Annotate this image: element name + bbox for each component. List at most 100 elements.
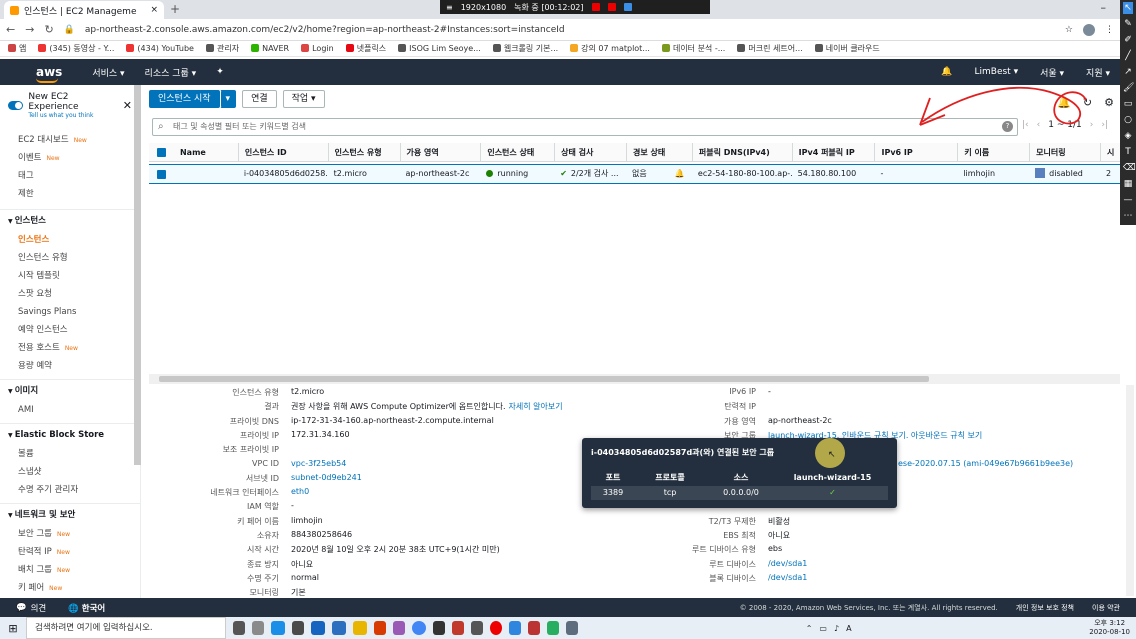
sidebar-item[interactable]: 키 페어 New — [18, 579, 140, 597]
app-icon-3[interactable] — [433, 621, 445, 635]
bookmark-item[interactable]: 앱 — [8, 43, 26, 54]
tray-chevron-icon[interactable]: ⌃ — [806, 624, 813, 633]
minus-tool-icon[interactable]: — — [1123, 194, 1133, 206]
sidebar-item[interactable]: 수명 주기 관리자 — [18, 481, 140, 499]
taskbar-search-input[interactable]: 검색하려면 여기에 입력하십시오. — [26, 617, 226, 639]
settings-app-icon[interactable] — [252, 621, 264, 635]
filter-search-input[interactable]: ⌕ 태그 및 속성별 필터 또는 키워드별 검색 ? — [152, 118, 1018, 136]
region-menu[interactable]: 서울 ▾ — [1040, 66, 1064, 79]
settings-gear-icon[interactable]: ⚙ — [1104, 96, 1114, 109]
detail-value[interactable]: /dev/sda1 — [768, 559, 807, 568]
grid-tool-icon[interactable]: ▦ — [1123, 178, 1133, 190]
sidebar-section-header[interactable]: 네트워크 및 보안 — [0, 503, 140, 525]
last-page-icon[interactable]: ›| — [1101, 120, 1108, 130]
windows-start-icon[interactable]: ⊞ — [0, 622, 26, 635]
terms-link[interactable]: 이용 약관 — [1092, 603, 1120, 613]
bell-outline-icon[interactable]: 🔔 — [1057, 96, 1071, 109]
pin-icon[interactable]: ✦ — [216, 67, 224, 77]
sidebar-item[interactable]: 제한 — [18, 185, 140, 203]
bookmark-item[interactable]: ISOG Lim Seoye... — [398, 44, 481, 53]
star-icon[interactable]: ☆ — [1065, 25, 1073, 35]
folder-icon[interactable] — [353, 621, 367, 635]
col-instance-id[interactable]: 인스턴스 ID — [237, 142, 328, 162]
sidebar-section-header[interactable]: Elastic Block Store — [0, 423, 140, 445]
connect-button[interactable]: 연결 — [242, 90, 277, 108]
services-menu[interactable]: 서비스 ▾ — [92, 66, 124, 79]
detail-value[interactable]: vpc-3f25eb54 — [291, 459, 346, 468]
table-horizontal-scrollbar[interactable] — [149, 374, 1120, 384]
stop-icon[interactable] — [607, 3, 616, 11]
chrome-icon[interactable] — [412, 621, 426, 635]
sidebar-item[interactable]: Savings Plans — [18, 303, 140, 321]
col-key-name[interactable]: 키 이름 — [957, 142, 1029, 162]
sidebar-item[interactable]: 스팟 요청 — [18, 285, 140, 303]
sidebar-item[interactable]: AMI — [18, 401, 140, 419]
prev-page-icon[interactable]: ‹ — [1037, 120, 1041, 130]
brush-tool-icon[interactable]: 🖌 — [1123, 82, 1134, 94]
col-alarm[interactable]: 경보 상태 — [626, 142, 692, 162]
sidebar-item[interactable]: 배치 그룹 New — [18, 561, 140, 579]
bookmark-item[interactable]: 머크린 세트어... — [737, 43, 803, 54]
toggle-switch[interactable] — [8, 101, 24, 110]
sidebar-item[interactable]: 인스턴스 유형 — [18, 249, 140, 267]
first-page-icon[interactable]: |‹ — [1022, 120, 1029, 130]
launch-instance-button[interactable]: 인스턴스 시작 — [149, 90, 220, 108]
app-icon-9[interactable] — [566, 621, 578, 635]
arrow-tool-icon[interactable]: ↗ — [1123, 66, 1133, 78]
sidebar-item[interactable]: 탄력적 IP New — [18, 543, 140, 561]
tray-network-icon[interactable]: ▭ — [819, 624, 827, 633]
office-icon[interactable] — [374, 621, 386, 635]
sidebar-item[interactable]: 이벤트 New — [18, 149, 140, 167]
col-launch-time[interactable]: 시 — [1100, 142, 1120, 162]
bookmark-item[interactable]: 관리자 — [205, 43, 239, 54]
search-app-icon[interactable] — [292, 621, 304, 635]
feedback-link[interactable]: 의견 — [31, 602, 47, 614]
bookmark-item[interactable]: 넷플릭스 — [345, 43, 386, 54]
user-menu[interactable]: LimBest ▾ — [975, 67, 1019, 77]
close-icon[interactable]: ✕ — [123, 99, 132, 112]
feedback-icon[interactable]: 💬 — [16, 603, 27, 613]
detail-value[interactable]: subnet-0d9eb241 — [291, 473, 362, 482]
taskbar-clock[interactable]: 오후 3:12 2020-08-10 — [1089, 619, 1130, 637]
bookmark-item[interactable]: 네이버 클라우드 — [814, 43, 880, 54]
sidebar-item[interactable]: 시작 템플릿 — [18, 267, 140, 285]
bookmark-item[interactable]: 강의 07 matplot... — [570, 43, 650, 54]
sidebar-item[interactable]: 전용 호스트 New — [18, 339, 140, 357]
refresh-icon[interactable]: ↻ — [1083, 96, 1092, 109]
sidebar-section-header[interactable]: 이미지 — [0, 379, 140, 401]
aws-logo[interactable]: aws — [36, 65, 62, 83]
rect-tool-icon[interactable]: ▭ — [1123, 98, 1133, 110]
details-vertical-scrollbar[interactable] — [1126, 385, 1134, 596]
sidebar-item[interactable]: 태그 — [18, 167, 140, 185]
next-page-icon[interactable]: › — [1090, 120, 1094, 130]
actions-button[interactable]: 작업 ▾ — [282, 90, 325, 108]
forward-icon[interactable]: → — [25, 23, 34, 36]
mail-icon[interactable] — [311, 621, 325, 635]
bell-icon[interactable]: 🔔 — [941, 67, 952, 77]
minimize-icon[interactable]: – — [1101, 1, 1107, 14]
profile-avatar[interactable] — [1083, 23, 1095, 36]
resource-groups-menu[interactable]: 리소스 그룹 ▾ — [145, 66, 197, 79]
language-selector[interactable]: 🌐 한국어 — [68, 602, 105, 614]
text-tool-icon[interactable]: T — [1123, 146, 1133, 158]
alarm-bell-icon[interactable]: 🔔 — [675, 169, 685, 178]
privacy-link[interactable]: 개인 정보 보호 정책 — [1016, 603, 1074, 613]
col-az[interactable]: 가용 영역 — [399, 142, 481, 162]
help-icon[interactable]: ? — [1002, 121, 1013, 132]
col-name[interactable]: Name — [174, 143, 238, 162]
bookmark-item[interactable]: Login — [301, 44, 334, 53]
new-experience-toggle[interactable]: New EC2 Experience Tell us what you thin… — [0, 85, 140, 119]
sidebar-item[interactable]: EC2 대시보드 New — [18, 131, 140, 149]
tab-close-icon[interactable]: × — [150, 5, 158, 15]
pen-icon[interactable] — [623, 3, 632, 11]
fill-tool-icon[interactable]: ◈ — [1123, 130, 1133, 142]
tray-volume-icon[interactable]: ♪ — [834, 624, 839, 633]
more-tool-icon[interactable]: ⋯ — [1123, 210, 1133, 222]
url-field[interactable]: ap-northeast-2.console.aws.amazon.com/ec… — [85, 25, 1055, 35]
app-icon-5[interactable] — [471, 621, 483, 635]
sidebar-item[interactable]: 예약 인스턴스 — [18, 321, 140, 339]
detail-value[interactable]: ese-2020.07.15 (ami-049e67b9661b9ee3e) — [898, 459, 1073, 468]
app-icon-4[interactable] — [452, 621, 464, 635]
select-all-checkbox[interactable] — [157, 147, 166, 157]
bookmark-item[interactable]: (345) 동영상 - Y... — [38, 43, 114, 54]
